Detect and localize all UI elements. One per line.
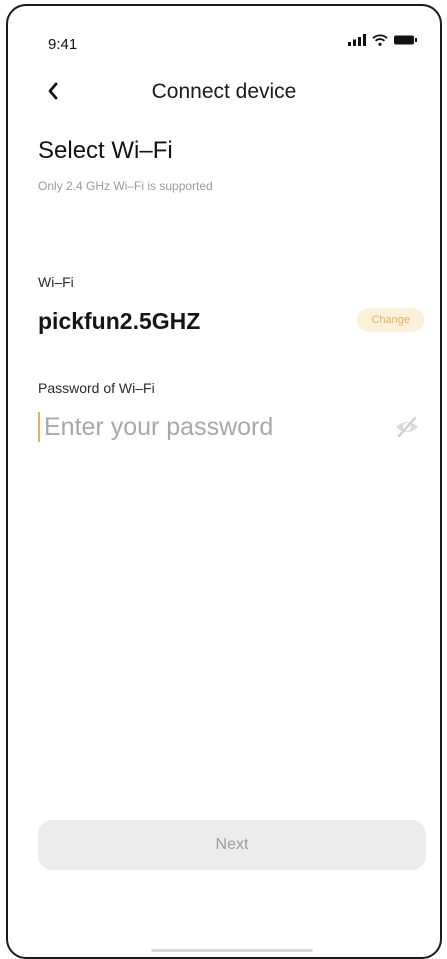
battery-icon — [394, 35, 417, 45]
status-time: 9:41 — [48, 36, 78, 53]
phone-screen: 9:41 Connect device Select Wi–Fi Only 2.… — [6, 4, 442, 959]
change-wifi-button[interactable]: Change — [357, 308, 424, 332]
password-input[interactable] — [44, 407, 364, 447]
page-title: Connect device — [151, 80, 297, 103]
section-subheading: Only 2.4 GHz Wi–Fi is supported — [38, 179, 213, 193]
wifi-icon — [372, 34, 388, 46]
navigation-bar: Connect device — [8, 70, 440, 114]
text-cursor — [38, 412, 40, 442]
section-heading: Select Wi–Fi — [38, 137, 173, 164]
wifi-label: Wi–Fi — [38, 274, 74, 290]
signal-icon — [348, 34, 366, 46]
eye-slash-icon[interactable] — [394, 415, 420, 439]
next-button[interactable]: Next — [38, 820, 426, 870]
status-icons — [348, 34, 418, 46]
home-indicator — [151, 949, 313, 952]
password-label: Password of Wi–Fi — [38, 380, 155, 396]
status-bar: 9:41 — [8, 6, 440, 76]
wifi-network-name: pickfun2.5GHZ — [38, 308, 201, 334]
password-row — [38, 407, 420, 447]
